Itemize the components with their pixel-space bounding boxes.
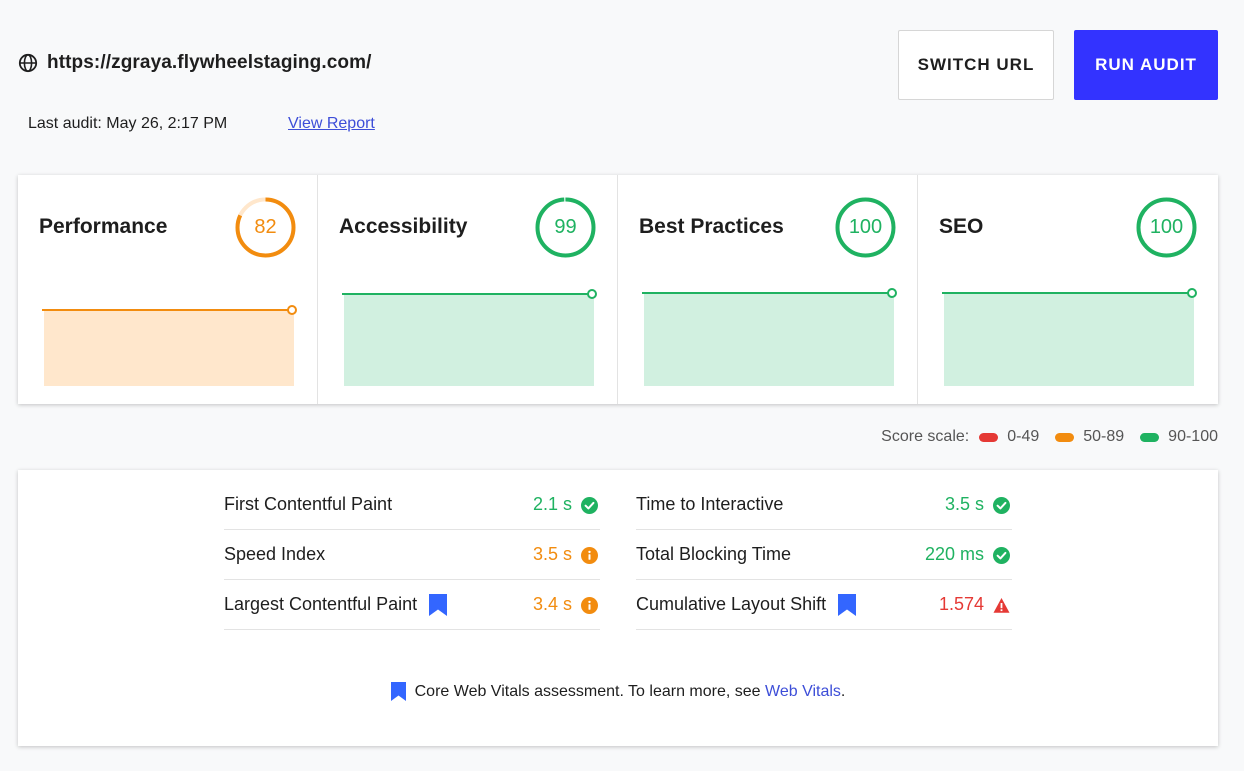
history-area: [344, 294, 594, 386]
green-pill-icon: [1140, 432, 1160, 442]
metric-name: Time to Interactive: [636, 494, 783, 515]
metric-row: First Contentful Paint 2.1 s: [224, 480, 600, 530]
metric-name-text: Total Blocking Time: [636, 544, 792, 564]
red-pill-icon: [979, 432, 999, 442]
metrics-column-left: First Contentful Paint 2.1 s Speed Index 3.…: [224, 480, 600, 630]
score-value: 82: [254, 216, 277, 238]
score-value: 100: [1149, 216, 1184, 238]
metric-name-text: Speed Index: [224, 544, 326, 564]
metrics-column-right: Time to Interactive 3.5 s Total Blocking T…: [636, 480, 1012, 630]
history-point: [287, 305, 297, 315]
metric-name: Largest Contentful Paint: [224, 593, 448, 616]
metric-row: Speed Index 3.5 s: [224, 530, 600, 580]
check-circle-icon: [993, 547, 1010, 564]
metric-value: 2.1 s: [532, 494, 572, 514]
card-best-practices: Best Practices 100: [618, 175, 918, 404]
history-area: [44, 310, 294, 386]
card-title: Accessibility: [339, 215, 468, 238]
bookmark-icon: [838, 593, 857, 616]
metric-name: Cumulative Layout Shift: [636, 593, 857, 616]
score-history-chart: [42, 305, 297, 386]
metric-row: Time to Interactive 3.5 s: [636, 480, 1012, 530]
history-area: [644, 293, 894, 386]
check-circle-icon: [581, 497, 598, 514]
metric-name-text: Cumulative Layout Shift: [636, 594, 827, 614]
card-title: Performance: [39, 215, 168, 238]
metric-value: 3.5 s: [944, 494, 984, 514]
metric-name: Total Blocking Time: [636, 544, 791, 565]
globe-icon: [18, 53, 38, 73]
bookmark-icon: [429, 593, 448, 616]
card-seo: SEO 100: [918, 175, 1218, 404]
card-accessibility: Accessibility 99: [318, 175, 618, 404]
history-point: [587, 289, 597, 299]
score-cards: Performance 82 Accessibility 99 Best Pra…: [18, 175, 1218, 404]
score-scale-label: Score scale:: [881, 428, 970, 445]
view-report-link[interactable]: View Report: [288, 115, 375, 133]
score-scale-legend: Score scale: 0-49 50-89 90-100: [881, 428, 1218, 446]
warning-triangle-icon: [993, 598, 1010, 613]
history-point: [1187, 288, 1197, 298]
history-point: [887, 288, 897, 298]
footnote-suffix: .: [840, 682, 846, 700]
score-value: 99: [554, 216, 577, 238]
history-area: [944, 293, 1194, 386]
info-circle-icon: [581, 547, 598, 564]
metric-row: Largest Contentful Paint 3.4 s: [224, 580, 600, 630]
metric-name: First Contentful Paint: [224, 494, 392, 515]
scale-range-high: 90-100: [1168, 428, 1218, 445]
score-history-chart: [942, 288, 1197, 386]
metrics-panel: First Contentful Paint 2.1 s Speed Index 3.…: [18, 470, 1218, 746]
metric-value: 3.4 s: [532, 594, 572, 614]
footnote-text: Core Web Vitals assessment. To learn mor…: [414, 682, 766, 700]
card-title: Best Practices: [639, 215, 784, 238]
score-gauge: 100: [1136, 197, 1197, 258]
score-history-chart: [342, 289, 597, 386]
metric-row: Cumulative Layout Shift 1.574: [636, 580, 1012, 630]
web-vitals-link[interactable]: Web Vitals: [765, 683, 841, 701]
metric-name-text: First Contentful Paint: [224, 494, 393, 514]
metric-value: 1.574: [938, 594, 984, 614]
bookmark-icon: [390, 682, 406, 701]
score-gauge: 99: [535, 197, 596, 258]
score-value: 100: [848, 216, 883, 238]
score-history-chart: [642, 288, 897, 386]
metric-name-text: Largest Contentful Paint: [224, 594, 418, 614]
web-vitals-footnote: Core Web Vitals assessment. To learn mor…: [18, 682, 1218, 701]
metric-row: Total Blocking Time 220 ms: [636, 530, 1012, 580]
card-performance: Performance 82: [18, 175, 318, 404]
url-display: https://zgraya.flywheelstaging.com/: [18, 52, 371, 74]
metric-name-text: Time to Interactive: [636, 494, 784, 514]
scale-range-low: 0-49: [1007, 428, 1040, 445]
metric-name: Speed Index: [224, 544, 325, 565]
score-gauge: 82: [235, 197, 296, 258]
run-audit-button[interactable]: RUN AUDIT: [1074, 30, 1218, 100]
orange-pill-icon: [1055, 432, 1075, 442]
metric-value: 220 ms: [924, 544, 984, 564]
switch-url-button[interactable]: SWITCH URL: [898, 30, 1054, 100]
check-circle-icon: [993, 497, 1010, 514]
last-audit-text: Last audit: May 26, 2:17 PM: [28, 115, 228, 132]
metric-value: 3.5 s: [532, 544, 572, 564]
card-title: SEO: [939, 215, 984, 238]
score-gauge: 100: [835, 197, 896, 258]
site-url: https://zgraya.flywheelstaging.com/: [47, 52, 372, 73]
info-circle-icon: [581, 597, 598, 614]
scale-range-mid: 50-89: [1083, 428, 1125, 445]
